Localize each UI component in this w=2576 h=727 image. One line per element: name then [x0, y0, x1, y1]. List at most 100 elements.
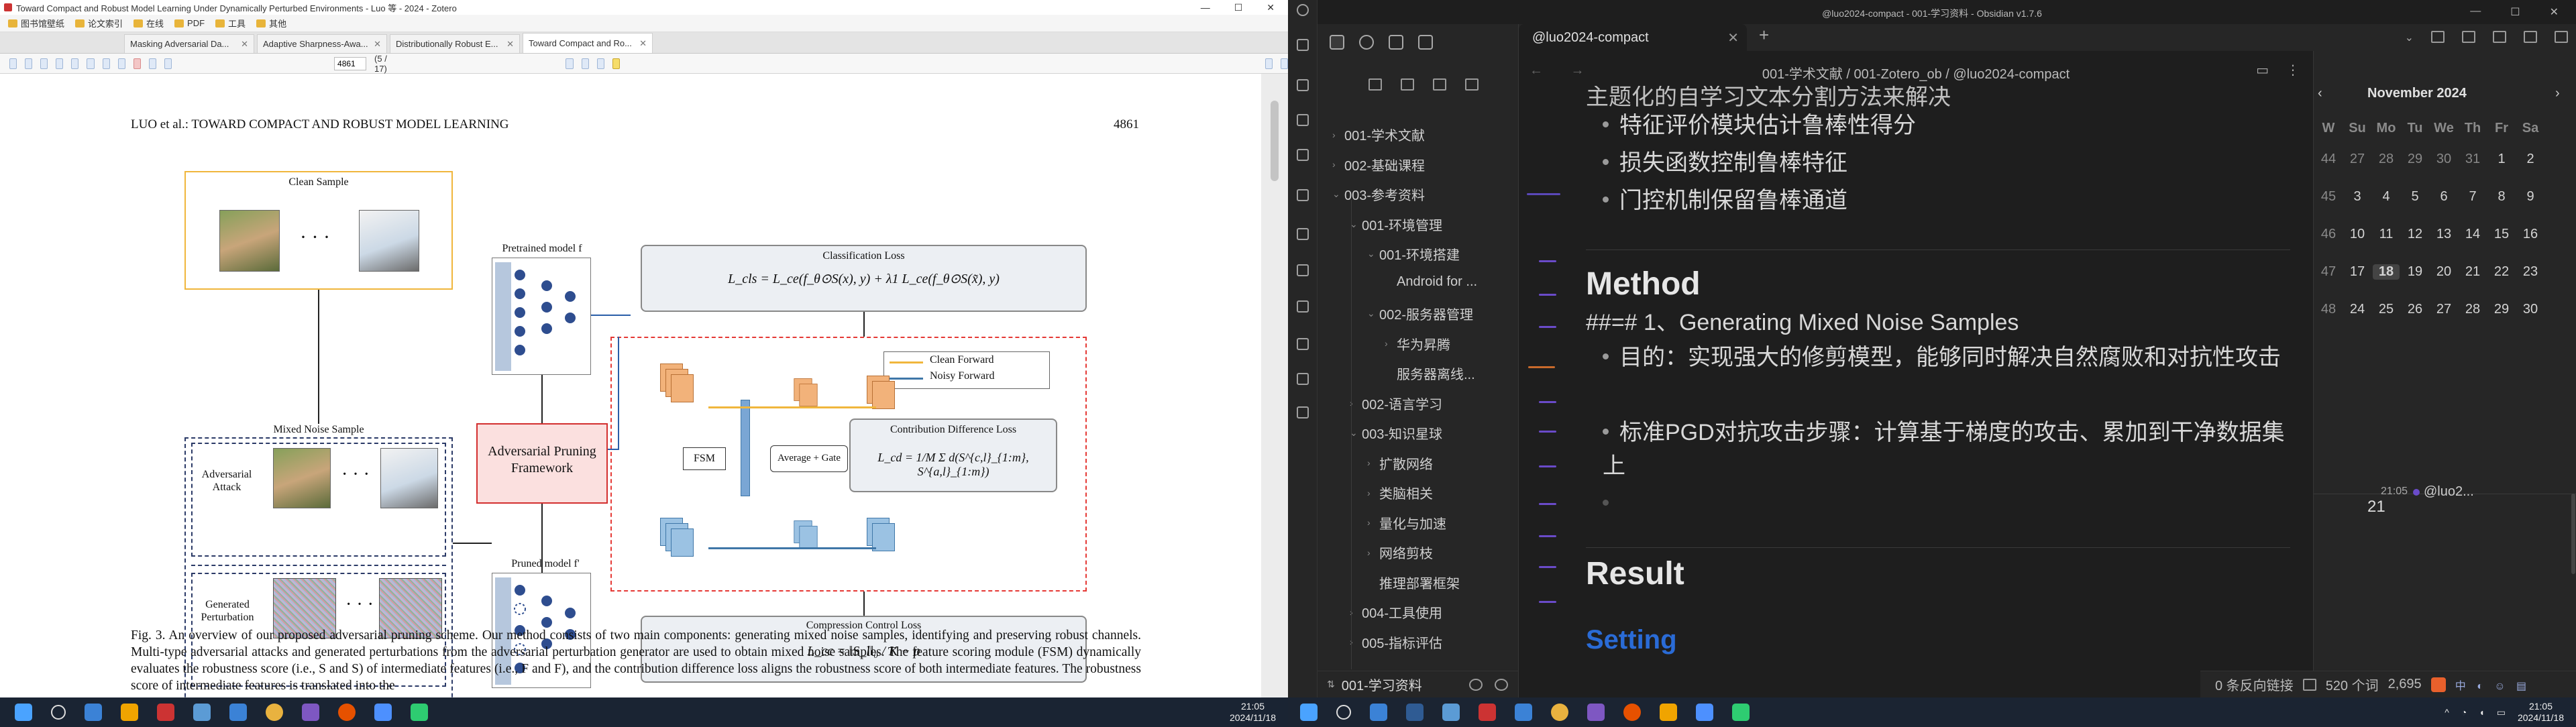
tree-item[interactable]: 服务器离线...: [1385, 364, 1475, 383]
tree-item[interactable]: › 类脑相关: [1367, 483, 1433, 502]
search-icon[interactable]: [1336, 705, 1351, 720]
tree-item[interactable]: ⌄ 001-环境管理: [1350, 215, 1442, 234]
calendar-day[interactable]: 2: [2517, 152, 2544, 167]
clash-icon[interactable]: [374, 704, 392, 721]
calendar-day[interactable]: 25: [2373, 302, 2400, 317]
calendar-day[interactable]: 1: [2488, 152, 2515, 167]
search-icon[interactable]: [1265, 58, 1273, 69]
input-method-icon[interactable]: [2430, 677, 2446, 692]
tab-masking-adversarial[interactable]: Masking Adversarial Da... ✕: [124, 34, 254, 53]
clock-icon[interactable]: [1297, 373, 1309, 385]
close-tab-icon[interactable]: ✕: [506, 39, 514, 50]
more-options-icon[interactable]: ⋮: [2286, 62, 2300, 78]
folder-icon[interactable]: [1330, 35, 1344, 50]
day-note-link[interactable]: @luo2...: [2413, 484, 2474, 500]
new-note-icon[interactable]: [1368, 78, 1382, 91]
calendar-day[interactable]: 3: [2344, 189, 2371, 205]
clash-icon[interactable]: [1696, 704, 1713, 721]
right-sidebar-icon[interactable]: [2555, 31, 2568, 43]
nav-back-icon[interactable]: [87, 58, 95, 69]
tree-item[interactable]: ⌄ 001-环境搭建: [1367, 244, 1460, 264]
zoom-out-icon[interactable]: [25, 58, 33, 69]
calendar-day[interactable]: 21: [2459, 264, 2486, 280]
tab-toward-compact[interactable]: Toward Compact and Ro... ✕: [523, 33, 653, 53]
calendar-day[interactable]: 15: [2488, 227, 2515, 242]
nav-down-icon[interactable]: [117, 58, 125, 69]
help-icon[interactable]: [1469, 678, 1483, 691]
calendar-day[interactable]: 29: [2402, 152, 2428, 167]
calendar-day[interactable]: 9: [2517, 189, 2544, 205]
history-icon[interactable]: [1297, 406, 1309, 418]
pdf-scrollbar[interactable]: [1261, 74, 1288, 697]
context-pane-icon[interactable]: [1280, 58, 1288, 69]
file-icon[interactable]: [1389, 35, 1403, 50]
page-view-icon[interactable]: [148, 58, 156, 69]
tree-item[interactable]: ›002-语言学习: [1350, 394, 1442, 413]
search-icon[interactable]: [1359, 35, 1374, 50]
tree-item[interactable]: › 网络剪枝: [1367, 543, 1433, 562]
ime-toolbar-icon[interactable]: 中 ◐ ☺ ▤: [2455, 677, 2530, 693]
calendar-day[interactable]: 13: [2430, 227, 2457, 242]
calendar-day[interactable]: 27: [2344, 152, 2371, 167]
calendar-day[interactable]: 17: [2344, 264, 2371, 280]
calendar-day[interactable]: 28: [2373, 152, 2400, 167]
task-view-icon[interactable]: [1406, 704, 1424, 721]
calendar-day[interactable]: 16: [2517, 227, 2544, 242]
highlight-icon[interactable]: [133, 58, 141, 69]
text-icon[interactable]: [581, 58, 589, 69]
pencil-icon[interactable]: [2302, 678, 2316, 691]
link-icon[interactable]: [2462, 31, 2475, 43]
bookmark-item[interactable]: 论文索引: [75, 17, 123, 30]
minimize-icon[interactable]: —: [1201, 2, 1210, 13]
tab-list-icon[interactable]: ⌄: [2405, 31, 2414, 44]
scroll-thumb[interactable]: [1271, 101, 1279, 181]
edit-icon[interactable]: [2431, 31, 2445, 43]
bookmark-item[interactable]: PDF: [174, 18, 205, 28]
close-icon[interactable]: ✕: [1267, 2, 1275, 13]
calendar-day[interactable]: 20: [2430, 264, 2457, 280]
tag-icon[interactable]: [2493, 31, 2506, 43]
edge-icon[interactable]: [1442, 704, 1460, 721]
tree-item[interactable]: Android for ...: [1385, 274, 1477, 290]
calendar-day[interactable]: 23: [2517, 264, 2544, 280]
chrome-icon[interactable]: [1551, 704, 1568, 721]
tree-item[interactable]: ⌄ 003-知识星球: [1350, 423, 1442, 443]
panel-scrollbar[interactable]: [2571, 494, 2575, 574]
firefox-icon[interactable]: [1623, 704, 1641, 721]
search-icon[interactable]: [51, 705, 66, 720]
calendar-day[interactable]: 8: [2488, 189, 2515, 205]
start-icon[interactable]: [1300, 704, 1318, 721]
outline-icon[interactable]: [2524, 31, 2537, 43]
calendar-day[interactable]: 26: [2402, 302, 2428, 317]
maximize-icon[interactable]: ☐: [1234, 2, 1243, 13]
attachment-icon[interactable]: [1297, 300, 1309, 313]
sort-icon[interactable]: [1433, 78, 1446, 91]
tab-luo2024-compact[interactable]: @luo2024-compact ✕: [1519, 24, 1747, 51]
obsidian-icon[interactable]: [1587, 704, 1605, 721]
calendar-day[interactable]: 22: [2488, 264, 2515, 280]
open-file-icon[interactable]: [1297, 79, 1309, 91]
canvas-icon[interactable]: [1297, 149, 1309, 161]
vs-code-icon[interactable]: [229, 704, 247, 721]
calendar-day[interactable]: 4: [2373, 189, 2400, 205]
reading-view-icon[interactable]: ▭: [2256, 62, 2269, 78]
vs-code-icon[interactable]: [1515, 704, 1532, 721]
tree-item[interactable]: ⌄ 003-参考资料: [1332, 184, 1425, 204]
close-tab-icon[interactable]: ✕: [374, 39, 381, 50]
zoom-fit-icon[interactable]: [56, 58, 64, 69]
daily-note-icon[interactable]: [1297, 189, 1309, 201]
sidebar-toggle-icon[interactable]: [1297, 39, 1309, 51]
calendar-day[interactable]: 29: [2488, 302, 2515, 317]
calendar-day[interactable]: 27: [2430, 302, 2457, 317]
tree-item[interactable]: ›005-指标评估: [1350, 632, 1442, 652]
tree-item[interactable]: ⌄ 002-服务器管理: [1367, 304, 1473, 323]
pen-icon[interactable]: [566, 58, 574, 69]
sidebar-toggle-icon[interactable]: [9, 58, 17, 69]
prev-month-icon[interactable]: ‹: [2318, 86, 2322, 101]
tab-distributionally-robust[interactable]: Distributionally Robust E... ✕: [390, 34, 520, 53]
tree-item[interactable]: ›004-工具使用: [1350, 602, 1442, 622]
tree-item[interactable]: › 华为昇腾: [1385, 334, 1450, 353]
calendar-day[interactable]: 30: [2517, 302, 2544, 317]
wechat-icon[interactable]: [1732, 704, 1750, 721]
table-icon[interactable]: [1297, 338, 1309, 350]
